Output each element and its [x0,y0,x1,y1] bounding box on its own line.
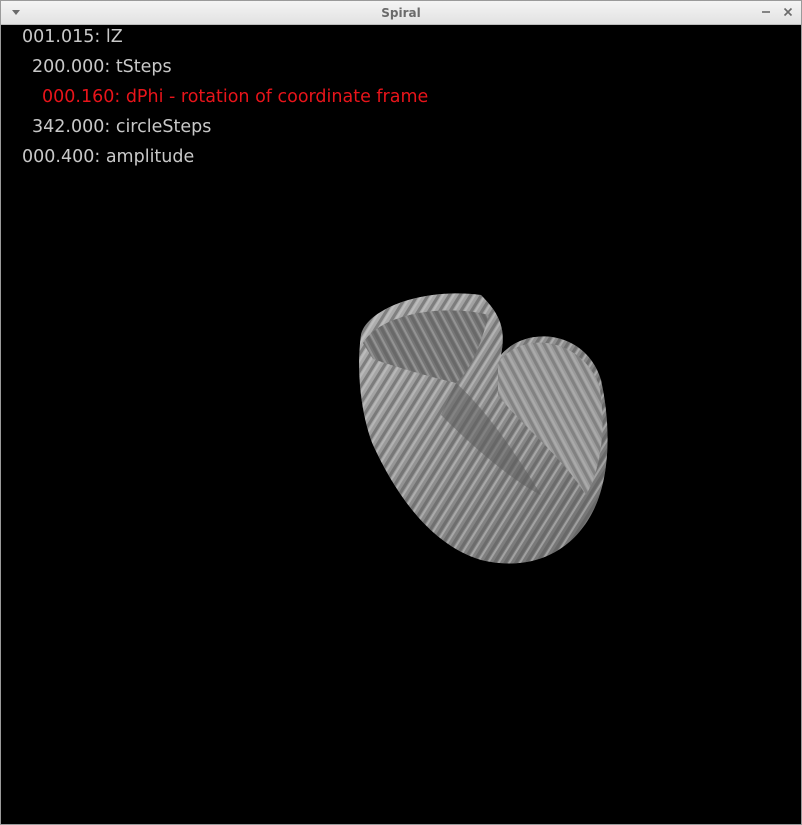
minimize-icon[interactable] [759,5,773,19]
parameter-line: 200.000: tSteps [32,57,172,77]
app-window: Spiral 001.015: lZ 200.000: tSteps 000.1… [0,0,802,825]
close-icon[interactable] [781,5,795,19]
parameter-line: 000.160: dPhi - rotation of coordinate f… [42,87,429,107]
spiral-surface-render [359,293,608,564]
parameter-line: 000.400: amplitude [22,147,195,167]
title-bar[interactable]: Spiral [1,1,801,25]
parameter-line: 001.015: lZ [22,27,123,47]
window-title: Spiral [381,6,421,20]
parameter-line: 342.000: circleSteps [32,117,212,137]
render-viewport[interactable]: 001.015: lZ 200.000: tSteps 000.160: dPhi … [1,25,801,824]
